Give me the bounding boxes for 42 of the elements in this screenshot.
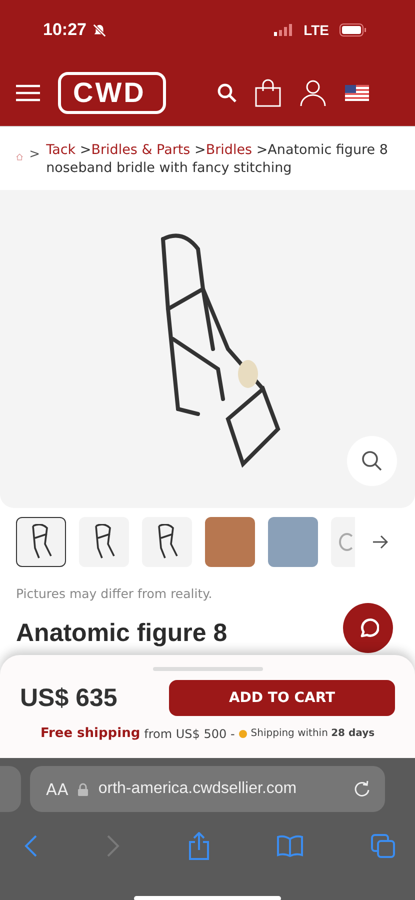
share-icon[interactable] xyxy=(188,832,210,860)
magnifier-icon xyxy=(361,450,383,472)
price: US$ 635 xyxy=(20,684,118,712)
tabs-icon[interactable] xyxy=(371,834,395,858)
breadcrumb-link[interactable]: Tack xyxy=(46,142,76,158)
bell-muted-icon xyxy=(92,22,108,38)
flag-icon[interactable] xyxy=(345,85,369,101)
menu-icon[interactable] xyxy=(16,84,40,102)
loading-arc-icon xyxy=(339,533,355,551)
photo-thumbnail[interactable] xyxy=(205,517,255,567)
breadcrumb-link[interactable]: Bridles & Parts xyxy=(91,142,190,158)
battery-icon xyxy=(339,23,367,37)
url-text: orth-america.cwdsellier.com xyxy=(98,780,298,798)
status-time: 10:27 xyxy=(43,20,86,40)
back-icon[interactable] xyxy=(24,835,38,857)
gallery-caption: Pictures may differ from reality. xyxy=(16,586,214,601)
availability-dot xyxy=(238,730,247,738)
home-icon[interactable] xyxy=(16,151,24,163)
product-title: Anatomic figure 8 xyxy=(16,619,228,648)
address-bar[interactable]: AA orth-america.cwdsellier.com xyxy=(30,766,385,812)
shipping-threshold: from US$ 500 - xyxy=(144,726,235,740)
book-icon[interactable] xyxy=(277,835,304,857)
lock-icon xyxy=(78,782,88,796)
signal-icon xyxy=(274,24,294,36)
photo-thumbnail[interactable] xyxy=(268,517,318,567)
arrow-right-icon[interactable] xyxy=(372,535,388,549)
breadcrumb-separator: > xyxy=(29,147,40,162)
zoom-button[interactable] xyxy=(347,436,397,486)
drag-handle[interactable] xyxy=(152,667,262,671)
add-to-cart-button[interactable]: ADD TO CART xyxy=(169,680,395,716)
shopping-bag-icon[interactable] xyxy=(255,79,281,107)
chat-button[interactable] xyxy=(343,603,393,653)
breadcrumb-trail: Tack >Bridles & Parts >Bridles >Anatomic figure 8 noseband bridle with fancy stitching xyxy=(46,141,389,177)
availability-text: Shipping within 28 days xyxy=(250,728,375,739)
reload-icon[interactable] xyxy=(353,780,371,798)
free-shipping-label: Free shipping xyxy=(40,726,140,741)
search-icon[interactable] xyxy=(217,83,237,103)
network-label: LTE xyxy=(304,22,329,38)
user-icon[interactable] xyxy=(299,79,327,107)
text-size-button[interactable]: AA xyxy=(46,780,68,798)
breadcrumb-link[interactable]: Bridles xyxy=(206,142,252,158)
logo[interactable]: CWD xyxy=(58,72,166,114)
